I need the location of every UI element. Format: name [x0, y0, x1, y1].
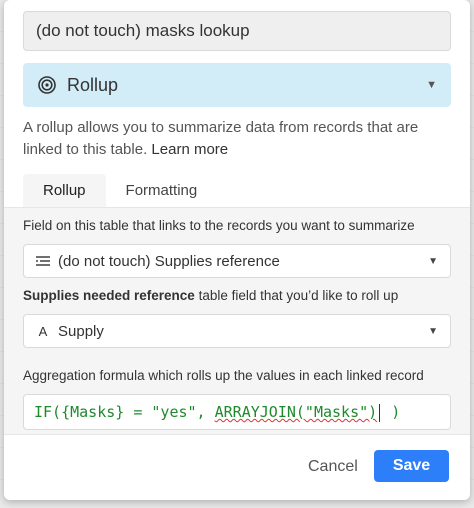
tab-rollup[interactable]: Rollup — [23, 174, 106, 207]
field-name-input[interactable]: (do not touch) masks lookup — [23, 11, 451, 51]
chevron-down-icon: ▼ — [426, 79, 437, 91]
config-tabs: Rollup Formatting — [23, 174, 217, 207]
text-field-icon: A — [38, 323, 48, 339]
tab-formatting[interactable]: Formatting — [106, 174, 218, 207]
field-type-select[interactable]: Rollup ▼ — [23, 63, 451, 107]
rollup-spiral-icon — [37, 75, 57, 95]
chevron-down-icon: ▼ — [428, 255, 438, 267]
rollup-field-label-bold: Supplies needed reference — [23, 288, 195, 303]
field-config-dialog: (do not touch) masks lookup Rollup ▼ A r… — [4, 0, 470, 500]
aggregation-label: Aggregation formula which rolls up the v… — [23, 368, 424, 383]
rollup-options-panel: Field on this table that links to the re… — [4, 207, 470, 435]
rollup-field-value: Supply — [58, 322, 104, 340]
formula-part-2: ARRAYJOIN("Masks") — [214, 403, 378, 421]
linked-field-select[interactable]: (do not touch) Supplies reference ▼ — [23, 244, 451, 278]
linked-record-icon — [36, 254, 50, 268]
formula-part-1: IF({Masks} = "yes", — [34, 403, 215, 421]
text-cursor — [379, 403, 381, 422]
cancel-button[interactable]: Cancel — [300, 452, 366, 482]
rollup-field-select[interactable]: A Supply ▼ — [23, 314, 451, 348]
linked-field-value: (do not touch) Supplies reference — [58, 252, 280, 270]
formula-part-3: ) — [382, 403, 401, 421]
chevron-down-icon: ▼ — [428, 325, 438, 337]
rollup-description: A rollup allows you to summarize data fr… — [23, 117, 453, 161]
learn-more-link[interactable]: Learn more — [151, 141, 228, 158]
rollup-field-label-rest: table field that you’d like to roll up — [194, 288, 399, 303]
aggregation-formula-input[interactable]: IF({Masks} = "yes", ARRAYJOIN("Masks") ) — [23, 394, 451, 430]
rollup-field-label: Supplies needed reference table field th… — [23, 288, 398, 303]
save-button[interactable]: Save — [374, 450, 449, 482]
linked-field-label: Field on this table that links to the re… — [23, 218, 415, 233]
field-type-label: Rollup — [67, 74, 119, 95]
